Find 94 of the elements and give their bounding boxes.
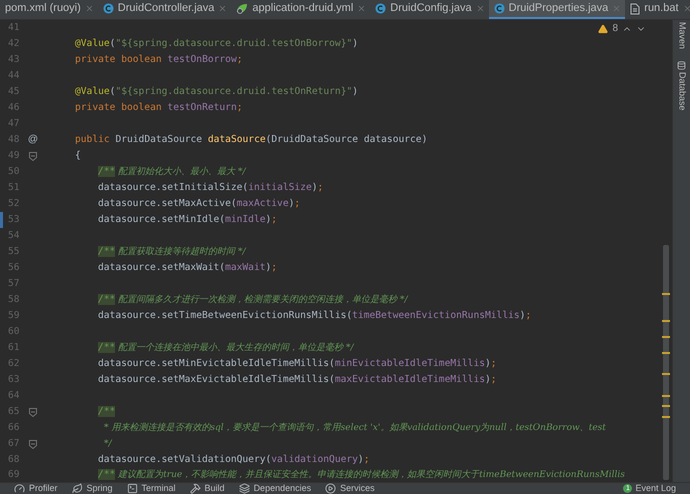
- file-tab[interactable]: pom.xml (ruoyi): [0, 0, 98, 19]
- code-line: public DruidDataSource dataSource(DruidDataSource datasource): [75, 132, 428, 147]
- line-number: 64: [8, 388, 20, 403]
- close-icon[interactable]: [612, 4, 622, 13]
- line-number: 47: [8, 116, 20, 131]
- warning-count: 8: [612, 22, 618, 36]
- close-icon[interactable]: [218, 4, 228, 13]
- line-number: 50: [8, 164, 20, 179]
- line-number: 43: [8, 52, 20, 67]
- code-line: /** 配置初始化大小、最小、最大 */: [98, 164, 246, 179]
- tab-label: application-druid.yml: [252, 1, 354, 16]
- line-number: 49: [8, 148, 20, 163]
- fold-icon[interactable]: [29, 408, 37, 416]
- line-number: 42: [8, 36, 20, 51]
- line-number: 60: [8, 324, 20, 339]
- line-number: 58: [8, 292, 20, 307]
- code-line: */: [104, 438, 112, 451]
- warning-icon[interactable]: [598, 24, 608, 34]
- code-line: datasource.setMinEvictableIdleTimeMillis(minEvictableIdleTimeMillis);: [98, 356, 497, 371]
- code-line: datasource.setInitialSize(initialSize);: [98, 180, 324, 195]
- line-number: 65: [8, 404, 20, 419]
- line-number: 67: [8, 436, 20, 451]
- file-tab[interactable]: DruidProperties.java: [488, 0, 626, 19]
- tab-label: DruidConfig.java: [390, 1, 472, 16]
- code-line: private boolean testOnBorrow;: [75, 52, 243, 67]
- close-icon[interactable]: [682, 4, 690, 13]
- line-number: 63: [8, 372, 20, 387]
- line-number: 45: [8, 84, 20, 99]
- code-line: /** 配置一个连接在池中最小、最大生存的时间，单位是毫秒 */: [98, 340, 354, 355]
- hammer-icon: [190, 483, 201, 494]
- tool-window-button[interactable]: Build: [190, 482, 225, 494]
- tool-window-button[interactable]: Dependencies: [238, 482, 312, 494]
- code-line: datasource.setMaxEvictableIdleTimeMillis(maxEvictableIdleTimeMillis);: [98, 372, 497, 387]
- line-number: 44: [8, 68, 20, 83]
- layers-icon: [238, 483, 250, 494]
- close-icon[interactable]: [357, 4, 366, 13]
- code-line: datasource.setTimeBetweenEvictionRunsMillis(timeBetweenEvictionRunsMillis);: [98, 308, 532, 323]
- line-number: 51: [8, 180, 20, 195]
- gauge-icon: [14, 483, 25, 494]
- line-number: 41: [8, 20, 20, 35]
- close-icon[interactable]: [84, 4, 94, 13]
- tab-label: pom.xml (ruoyi): [5, 1, 81, 16]
- code-line: {: [75, 148, 81, 163]
- line-number: 57: [8, 276, 20, 291]
- line-number: 59: [8, 308, 20, 323]
- tool-window-tab[interactable]: Database: [674, 72, 688, 111]
- leaf-icon: [236, 3, 248, 14]
- tool-window-button[interactable]: Spring: [72, 482, 113, 494]
- line-number: 52: [8, 196, 20, 211]
- fold-icon[interactable]: [29, 152, 37, 160]
- tab-label: DruidController.java: [118, 1, 214, 16]
- database-icon: [677, 61, 686, 70]
- class-icon: [375, 3, 386, 14]
- gutter-mark[interactable]: @: [28, 135, 38, 145]
- line-number: 46: [8, 100, 20, 115]
- tool-window-button[interactable]: Profiler: [14, 482, 58, 494]
- code-line: datasource.setMaxActive(maxActive);: [98, 196, 300, 211]
- file-tab[interactable]: run.bat: [625, 0, 690, 19]
- line-number: 69: [8, 468, 20, 482]
- code-line: @Value("${spring.datasource.druid.testOnBorrow}"): [75, 36, 358, 51]
- code-line: /** 配置间隔多久才进行一次检测，检测需要关闭的空闲连接，单位是毫秒 */: [98, 292, 408, 307]
- leaf-icon: [72, 483, 83, 494]
- code-line: datasource.setMaxWait(maxWait);: [98, 260, 278, 275]
- line-number: 66: [8, 420, 20, 435]
- code-line: private boolean testOnReturn;: [75, 100, 243, 115]
- fold-icon[interactable]: [29, 440, 37, 448]
- code-line: datasource.setMinIdle(minIdle);: [98, 212, 278, 227]
- file-icon: [630, 2, 640, 14]
- line-number: 55: [8, 244, 20, 259]
- close-icon[interactable]: [476, 4, 485, 13]
- line-number: 62: [8, 356, 20, 371]
- class-icon: [102, 3, 114, 14]
- tool-window-tab[interactable]: Maven: [674, 22, 688, 50]
- terminal-icon: [126, 483, 138, 494]
- line-number: 54: [8, 228, 20, 243]
- line-number: 56: [8, 260, 20, 275]
- code-line: * 用来检测连接是否有效的sql，要求是一个查询语句，常用select 'x'。如果validationQuery为null，testOnBorrow、test: [104, 422, 606, 435]
- line-number: 53: [8, 212, 20, 227]
- file-tab[interactable]: DruidConfig.java: [370, 0, 489, 19]
- file-tab[interactable]: application-druid.yml: [231, 0, 370, 19]
- class-icon: [494, 3, 505, 14]
- code-line: /** 建议配置为true，不影响性能，并且保证安全性。申请连接的时候检测，如果空闲时间大于timeBetweenEvictionRunsMillis: [98, 468, 625, 482]
- tool-window-button[interactable]: Services: [325, 482, 375, 494]
- tab-label: DruidProperties.java: [508, 1, 608, 16]
- tab-label: run.bat: [644, 1, 679, 16]
- line-number: 68: [8, 452, 20, 467]
- line-number: 61: [8, 340, 20, 355]
- code-line: datasource.setValidationQuery(validationQuery);: [98, 452, 370, 467]
- file-tab[interactable]: DruidController.java: [98, 0, 232, 19]
- line-number: 48: [8, 132, 20, 147]
- code-line: @Value("${spring.datasource.druid.testOnReturn}"): [75, 84, 358, 99]
- play-icon: [325, 483, 336, 494]
- tool-window-button[interactable]: Terminal: [126, 482, 176, 494]
- code-line: /** 配置获取连接等待超时的时间 */: [98, 244, 246, 259]
